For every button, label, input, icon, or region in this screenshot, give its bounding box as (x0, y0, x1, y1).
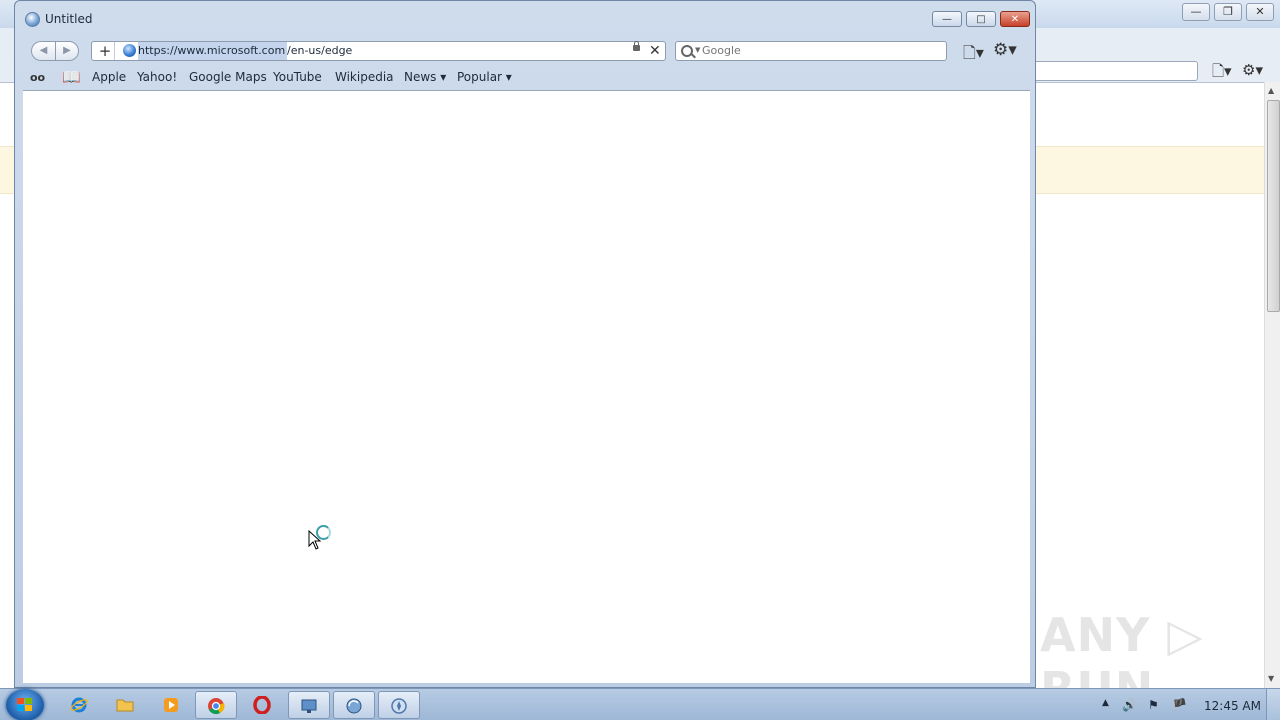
address-bar[interactable]: + https://www.microsoft.com /en-us/edge … (91, 41, 666, 61)
safari-app-icon (25, 12, 40, 27)
url-selected-text[interactable]: https://www.microsoft.com (138, 42, 288, 60)
media-player-icon (164, 698, 178, 712)
title-bar[interactable]: Untitled — □ ✕ (15, 1, 1035, 35)
background-minimize-button[interactable]: — (1182, 3, 1210, 21)
taskbar-internet-explorer[interactable] (58, 691, 100, 719)
monitor-icon (301, 699, 317, 713)
taskbar-clock[interactable]: 12:45 AM (1204, 699, 1261, 713)
chrome-icon (208, 698, 225, 715)
search-engine-chevron-icon[interactable]: ▼ (695, 46, 700, 54)
taskbar-opera[interactable] (241, 691, 283, 719)
taskbar-app-updater[interactable] (333, 691, 375, 719)
windows-logo-icon (17, 698, 33, 712)
back-button[interactable]: ◀ (31, 41, 55, 61)
search-field[interactable]: ▼ (675, 41, 947, 61)
bookmarks-book-icon[interactable]: 📖 (62, 68, 81, 86)
bookmark-google-maps[interactable]: Google Maps (189, 70, 267, 84)
background-settings-icon[interactable]: ⚙▾ (1242, 61, 1263, 79)
bookmarks-bar: oo 📖 Apple Yahoo! Google Maps YouTube Wi… (15, 65, 1035, 89)
bookmark-youtube[interactable]: YouTube (273, 70, 322, 84)
browser-window: Untitled — □ ✕ ◀ ▶ + https://www.microso… (14, 0, 1036, 688)
background-close-button[interactable]: ✕ (1246, 3, 1274, 21)
forward-button[interactable]: ▶ (55, 41, 79, 61)
taskbar-media-player[interactable] (150, 691, 192, 719)
background-page-menu-icon[interactable]: 🗋▾ (1212, 61, 1232, 86)
stop-loading-button[interactable]: ✕ (649, 42, 661, 60)
settings-gear-icon[interactable]: ⚙▾ (993, 40, 1017, 60)
action-center-flag-icon[interactable]: 🏴 (1172, 698, 1187, 712)
bookmark-popular-menu[interactable]: Popular ▾ (457, 70, 512, 84)
background-restore-button[interactable]: ❐ (1214, 3, 1242, 21)
taskbar-file-explorer[interactable] (104, 691, 146, 719)
page-content[interactable] (23, 90, 1030, 683)
search-input[interactable] (702, 42, 932, 60)
scroll-thumb[interactable] (1267, 100, 1280, 312)
safari-compass-icon (391, 698, 407, 714)
background-scrollbar[interactable]: ▲ ▼ (1264, 82, 1280, 688)
show-desktop-button[interactable] (1266, 689, 1280, 720)
taskbar-safari[interactable] (378, 691, 420, 719)
add-bookmark-button[interactable]: + (96, 42, 115, 60)
close-button[interactable]: ✕ (1000, 11, 1030, 27)
bookmark-yahoo[interactable]: Yahoo! (137, 70, 177, 84)
show-hidden-icons-arrow-icon[interactable]: ▲ (1102, 698, 1109, 708)
start-button[interactable] (6, 689, 44, 720)
maximize-button[interactable]: □ (966, 11, 996, 27)
busy-spinner-icon (316, 525, 331, 540)
bookmark-wikipedia[interactable]: Wikipedia (335, 70, 394, 84)
reading-list-glasses-icon[interactable]: oo (30, 71, 45, 84)
taskbar-remote-desktop[interactable] (288, 691, 330, 719)
lock-icon (633, 41, 640, 51)
opera-icon (253, 696, 271, 714)
taskbar-chrome[interactable] (195, 691, 237, 719)
minimize-button[interactable]: — (932, 11, 962, 27)
globe-icon (123, 44, 136, 57)
folder-icon (116, 699, 134, 712)
volume-icon[interactable]: 🔊 (1122, 698, 1137, 712)
taskbar: ▲ 🔊 ⚑ 🏴 12:45 AM (0, 688, 1280, 720)
url-remaining-text[interactable]: /en-us/edge (287, 42, 352, 60)
scroll-up-icon[interactable]: ▲ (1268, 86, 1274, 95)
window-title: Untitled (45, 12, 93, 26)
network-icon[interactable]: ⚑ (1148, 698, 1159, 712)
bookmark-apple[interactable]: Apple (92, 70, 126, 84)
internet-explorer-icon (70, 697, 88, 713)
update-globe-icon (346, 698, 362, 714)
background-address-bar[interactable] (1030, 61, 1198, 81)
bookmark-news-menu[interactable]: News ▾ (404, 70, 446, 84)
search-icon[interactable] (681, 45, 693, 57)
